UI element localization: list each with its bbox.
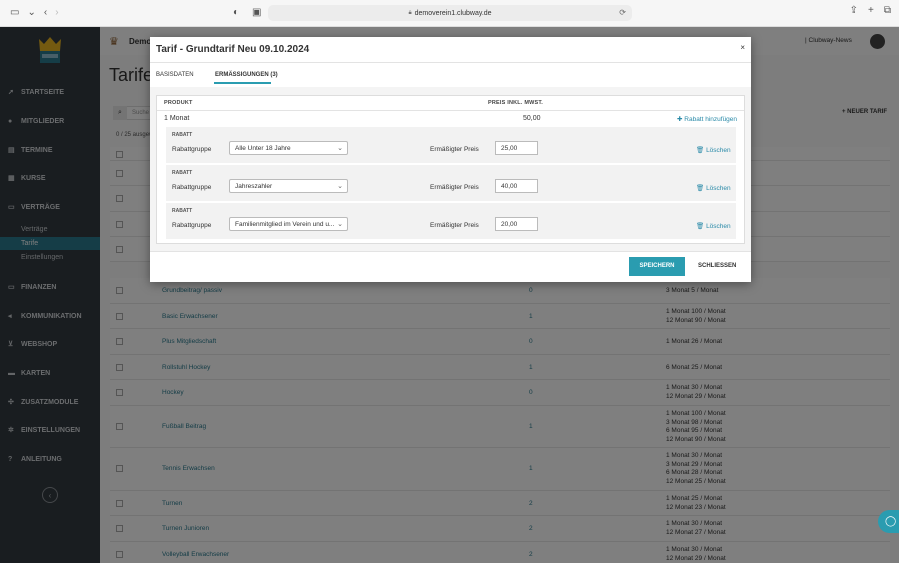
tarif-modal: Tarif - Grundtarif Neu 09.10.2024 × BASI… bbox=[150, 37, 751, 282]
url-text: demoverein1.clubway.de bbox=[414, 9, 492, 17]
add-rabatt-label: Rabatt hinzufügen bbox=[684, 116, 738, 123]
ermaessigter-preis-input[interactable]: 40,00 bbox=[495, 179, 538, 193]
chevron-down-icon[interactable]: ⌄ bbox=[27, 8, 35, 18]
reload-icon[interactable]: ⟳ bbox=[619, 8, 626, 17]
rabattgruppe-select[interactable]: Alle Unter 18 Jahre ⌄ bbox=[229, 141, 348, 155]
delete-label: Löschen bbox=[706, 147, 731, 154]
trash-icon: 🗑︎ bbox=[696, 147, 707, 154]
tabs-overview-icon[interactable]: ⧉ bbox=[884, 6, 891, 16]
divider bbox=[150, 251, 751, 252]
forward-icon[interactable]: › bbox=[55, 8, 58, 18]
trash-icon: 🗑︎ bbox=[696, 223, 707, 230]
rabattgruppe-label: Rabattgruppe bbox=[172, 146, 212, 153]
select-value: Familienmitglied im Verein und u... bbox=[235, 221, 335, 228]
address-bar[interactable]: 🔒︎ demoverein1.clubway.de ⟳ bbox=[268, 5, 632, 21]
reader-icon[interactable]: ▣ bbox=[252, 8, 261, 18]
ermaessigter-preis-input[interactable]: 20,00 bbox=[495, 217, 538, 231]
divider bbox=[157, 110, 744, 111]
rabattgruppe-select[interactable]: Familienmitglied im Verein und u... ⌄ bbox=[229, 217, 348, 231]
back-icon[interactable]: ‹ bbox=[44, 8, 47, 18]
ermaessigungen-panel: PRODUKT PREIS INKL. MWST. 1 Monat 50,00 … bbox=[156, 95, 745, 244]
browser-actions: ⇪ + ⧉ bbox=[850, 6, 891, 16]
ermaessigter-preis-input[interactable]: 25,00 bbox=[495, 141, 538, 155]
browser-nav-controls: ▭ ⌄ ‹ › bbox=[0, 8, 230, 18]
chevron-down-icon: ⌄ bbox=[337, 183, 343, 190]
delete-rabatt-button[interactable]: 🗑︎ Löschen bbox=[696, 222, 731, 230]
ermaessigter-preis-label: Ermäßigter Preis bbox=[430, 222, 479, 229]
new-tab-icon[interactable]: + bbox=[868, 6, 874, 16]
trash-icon: 🗑︎ bbox=[696, 185, 707, 192]
delete-label: Löschen bbox=[706, 185, 731, 192]
chat-support-button[interactable]: ◯ bbox=[878, 510, 899, 533]
browser-toolbar: ▭ ⌄ ‹ › ◐ ▣ 🔒︎ demoverein1.clubway.de ⟳ … bbox=[0, 0, 899, 27]
ermaessigter-preis-label: Ermäßigter Preis bbox=[430, 146, 479, 153]
column-header-produkt: PRODUKT bbox=[164, 100, 193, 106]
close-button[interactable]: SCHLIESSEN bbox=[698, 257, 736, 276]
close-icon[interactable]: × bbox=[740, 43, 745, 52]
delete-rabatt-button[interactable]: 🗑︎ Löschen bbox=[696, 184, 731, 192]
delete-rabatt-button[interactable]: 🗑︎ Löschen bbox=[696, 146, 731, 154]
product-price: 50,00 bbox=[523, 115, 541, 122]
column-header-preis: PREIS INKL. MWST. bbox=[488, 100, 544, 106]
chat-icon: ◯ bbox=[885, 516, 897, 527]
shield-icon[interactable]: ◐ bbox=[233, 8, 239, 18]
sidebar-toggle-icon[interactable]: ▭ bbox=[10, 8, 19, 18]
rabatt-heading: RABATT bbox=[172, 170, 193, 176]
rabattgruppe-label: Rabattgruppe bbox=[172, 222, 212, 229]
save-button[interactable]: SPEICHERN bbox=[629, 257, 685, 276]
rabatt-heading: RABATT bbox=[172, 208, 193, 214]
tab-basisdaten[interactable]: BASISDATEN bbox=[156, 72, 194, 78]
rabatt-row: RABATT Rabattgruppe Alle Unter 18 Jahre ⌄… bbox=[166, 127, 736, 164]
select-value: Jahreszahler bbox=[235, 183, 273, 190]
delete-label: Löschen bbox=[706, 223, 731, 230]
chevron-down-icon: ⌄ bbox=[337, 145, 343, 152]
rabattgruppe-label: Rabattgruppe bbox=[172, 184, 212, 191]
chevron-down-icon: ⌄ bbox=[337, 221, 343, 228]
rabatt-heading: RABATT bbox=[172, 132, 193, 138]
rabattgruppe-select[interactable]: Jahreszahler ⌄ bbox=[229, 179, 348, 193]
rabatt-row: RABATT Rabattgruppe Jahreszahler ⌄ Ermäßi… bbox=[166, 165, 736, 202]
tab-ermaessigungen[interactable]: ERMÄSSIGUNGEN (3) bbox=[215, 72, 278, 78]
select-value: Alle Unter 18 Jahre bbox=[235, 145, 291, 152]
product-name: 1 Monat bbox=[164, 115, 190, 122]
divider bbox=[150, 62, 751, 63]
active-tab-indicator bbox=[214, 82, 271, 84]
add-rabatt-button[interactable]: ✚ Rabatt hinzufügen bbox=[677, 115, 737, 123]
tab-content: PRODUKT PREIS INKL. MWST. 1 Monat 50,00 … bbox=[150, 87, 751, 251]
lock-icon: 🔒︎ bbox=[408, 9, 412, 16]
ermaessigter-preis-label: Ermäßigter Preis bbox=[430, 184, 479, 191]
modal-title: Tarif - Grundtarif Neu 09.10.2024 bbox=[156, 44, 310, 55]
share-icon[interactable]: ⇪ bbox=[850, 6, 858, 16]
rabatt-row: RABATT Rabattgruppe Familienmitglied im … bbox=[166, 203, 736, 240]
